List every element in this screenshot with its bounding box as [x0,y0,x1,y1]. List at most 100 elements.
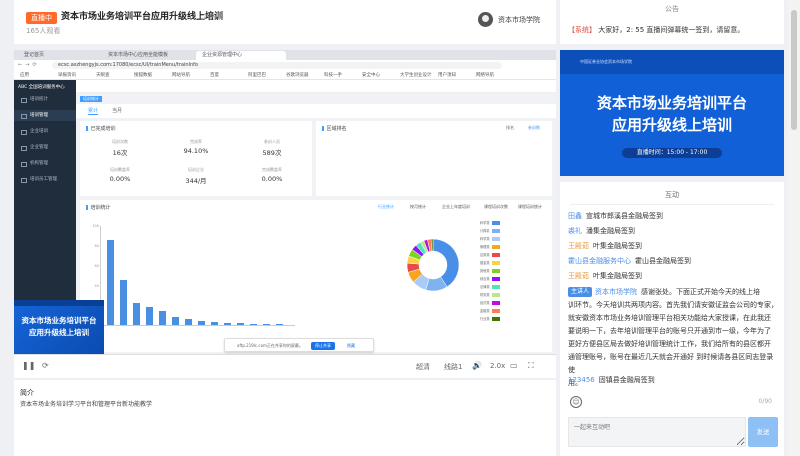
y-tick: 60 [94,264,99,268]
browser-tab: 登记首页 [24,52,45,58]
chat-message: 裘礼 潘集金融局签到 [568,225,778,238]
chat-input[interactable] [568,417,746,447]
bookmark-item: 大学生创业设计 [400,73,432,78]
share-button[interactable]: ⤴ 分享 [200,12,223,22]
browser-tab: 资本市场中心应用全能模板 [108,52,169,58]
legend-swatch [491,317,500,321]
bookmark-item: 安全中心 [362,73,380,78]
app-sidebar-item-active: 培训管理 [14,110,76,121]
picture-in-picture[interactable]: 资本市场业务培训平台 应用升级线上培训 [14,300,104,354]
bar [237,323,244,325]
line-button[interactable]: 线路1 [444,362,462,372]
chat-nick: 田鑫 [568,212,582,220]
chat-panel: 互动 田鑫 宣城市郎溪县金融局签到 裘礼 潘集金融局签到 王殿茹 叶集金融局签到 霍山县金融… [560,182,784,456]
live-camera-view[interactable]: 中国证券业协会资本市场学院 资本市场业务培训平台 应用升级线上培训 直播时间：1… [560,50,784,176]
live-badge: 直播中 [26,12,57,24]
browser-urlbar: ←→⟳ ecsc.aszhengyjs.com:17080/ecsc/UI/tr… [14,60,556,71]
volume-icon[interactable]: 🔊 [472,361,482,370]
bar [159,311,166,325]
pip-title-line: 资本市场业务培训平台 [21,316,97,325]
chart-tab-active: 行业统计 [378,204,394,209]
live-video-time: 直播时间：15:00 - 17:00 [622,148,722,158]
browser-tab-active: 企业资源管理中心 [196,51,286,60]
stream-title: 资本市场业务培训平台应用升级线上培训 [61,12,224,22]
page-scrollbar[interactable] [788,0,800,456]
pause-icon[interactable]: ❚❚ [22,361,35,370]
bookmark-item: 用户须知 [438,73,456,78]
chart-tab: 课程培训次数 [484,204,508,209]
bar [211,322,218,325]
notice-panel: 公告 【系统】 大家好，2: 55 直播间弹幕统一签到，请留意。 [560,0,784,44]
stat-item: 培训覆盖率 0.00% [109,167,131,183]
app-sidebar-item: 培训员工管理 [14,174,76,185]
legend-item: 财务类 [480,292,500,297]
chart-card-title: 培训统计 [86,204,111,211]
scrollbar-thumb[interactable] [791,10,797,130]
donut-chart [406,238,460,292]
chat-nick: 裘礼 [568,227,582,235]
speed-button[interactable]: 2.0x [490,362,505,370]
bar [224,323,231,325]
bookmark-item: 网络导航 [476,73,494,78]
y-tick: 40 [94,284,99,288]
chat-message: 123456 固镇县金融局签到 [568,376,655,384]
rank-tab: 排名 [506,125,514,130]
chat-nick: 王殿茹 [568,242,589,250]
legend-item: 行业类 [480,316,500,321]
legend-item: 基金类 [480,260,500,265]
bar [146,307,153,325]
fullscreen-icon[interactable]: ⛶ [528,361,534,371]
app-breadcrumb: 培训统计 [80,96,102,102]
stats-card-title: 已完成培训 [86,125,116,132]
viewer-count: 165人观看 [26,27,61,35]
quality-button[interactable]: 超清 [416,362,430,372]
refresh-icon[interactable]: ⟳ [42,361,49,370]
chat-message: 霍山县金融服务中心 霍山县金融局签到 [568,255,778,268]
legend-item: 科学类 [480,236,500,241]
player-controls: ❚❚ ⟳ 超清 线路1 🔊 2.0x ▭ ⛶ [14,355,556,378]
legend-swatch [491,221,500,225]
stop-share-button: 停止共享 [311,342,335,350]
chat-nick: 霍山县金融服务中心 [568,257,631,265]
app-sidebar-item: 机构管理 [14,158,76,169]
bar [133,303,140,325]
chat-nick: 王殿茹 [568,272,589,280]
pip-title-line: 应用升级线上培训 [29,328,89,337]
browser-url: ecsc.aszhengyjs.com:17080/ecsc/UI/trainM… [52,62,502,69]
legend-item: 法律类 [480,284,500,289]
legend-item: 其他类 [480,268,500,273]
main-column: 直播中 资本市场业务培训平台应用升级线上培训 ⤴ 分享 165人观看 资本市场学… [0,0,556,456]
legend-swatch [491,253,500,257]
stat-item: 参训人员 589次 [262,139,282,157]
live-stream-page: 直播中 资本市场业务培训平台应用升级线上培训 ⤴ 分享 165人观看 资本市场学… [0,0,800,456]
bar [263,324,270,325]
bar [276,324,283,325]
bookmark-item: 阿里巴巴 [248,73,266,78]
bar [198,321,205,325]
legend-swatch [491,229,500,233]
chat-text: 叶集金融局签到 [593,242,642,250]
emoji-icon[interactable]: ☺ [570,396,582,408]
bookmark-item: 早报资讯 [58,73,76,78]
app-main: 培训统计 累计 当月 已完成培训 培训次数 16次 完成率 94.10% 参训人员 5… [76,93,556,354]
rank-card: 区域排名 排名 参训数 [316,121,552,196]
intro-text: 资本市场业务培训学习平台和管理平台新功能教学 [20,401,153,408]
stat-item: 完成覆盖率 0.00% [261,167,283,183]
bookmark-item: 应用 [20,73,29,78]
host-info[interactable]: 资本市场学院 [478,12,540,27]
video-player[interactable]: 登记首页 资本市场中心应用全能模板 企业资源管理中心 ←→⟳ ecsc.aszh… [14,50,556,378]
bookmark-item: 谷歌浏览器 [286,73,309,78]
legend-swatch [491,285,500,289]
share-icon: ⤴ [200,13,207,21]
bar-chart: 020406080100 [92,224,295,328]
pip-header [14,300,104,306]
host-avatar [478,12,493,27]
rank-card-title: 区域排名 [322,125,347,132]
stat-item: 培训次数 16次 [112,139,128,157]
send-button[interactable]: 发送 [748,417,778,447]
legend-swatch [491,301,500,305]
y-tick: 100 [92,224,99,228]
bar [172,317,179,325]
danmaku-icon[interactable]: ▭ [510,361,518,370]
char-counter: 0/90 [758,398,772,405]
